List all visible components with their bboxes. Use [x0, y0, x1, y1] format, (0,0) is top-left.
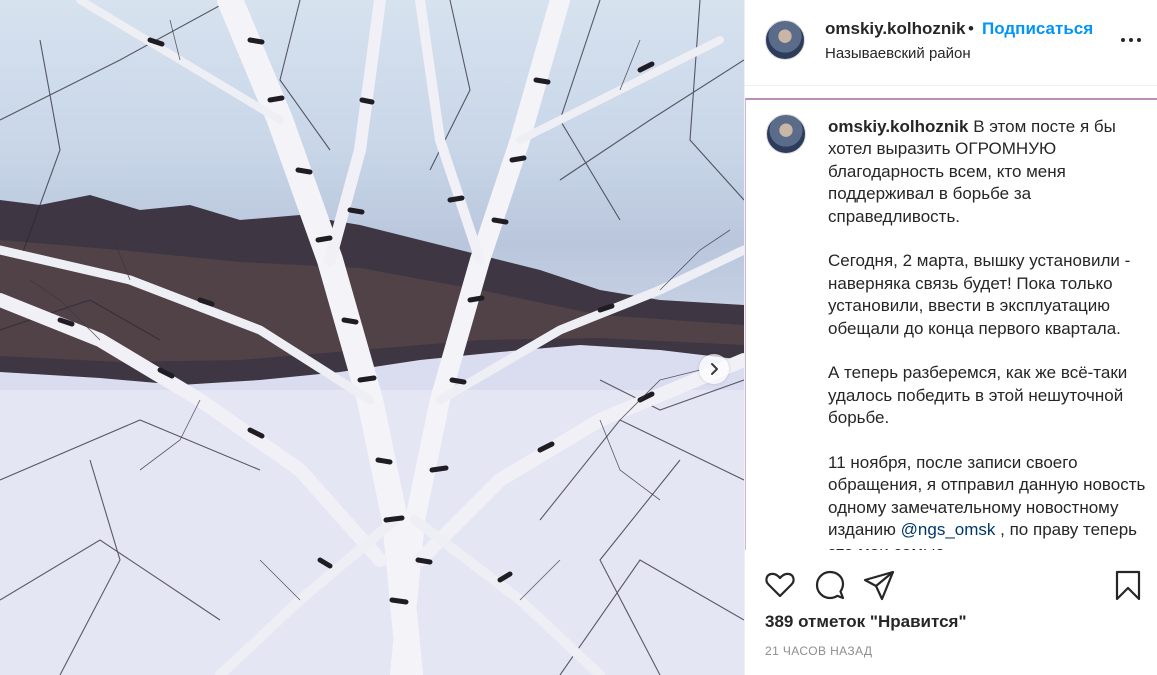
mention-link[interactable]: @ngs_omsk [901, 520, 996, 539]
post-timestamp[interactable]: 21 ЧАСОВ НАЗАД [765, 644, 872, 658]
caption-paragraph-2: Сегодня, 2 марта, вышку установили - нав… [828, 251, 1131, 338]
next-photo-button[interactable] [699, 354, 729, 384]
ellipsis-icon[interactable] [1119, 30, 1143, 50]
bookmark-icon[interactable] [1111, 568, 1145, 602]
paper-plane-icon[interactable] [862, 568, 896, 602]
post-photo[interactable] [0, 0, 744, 675]
post-header: omskiy.kolhoznik • Подписаться Называевс… [745, 0, 1157, 86]
caption-paragraph: omskiy.kolhoznik В этом посте я бы хотел… [828, 116, 1148, 228]
follow-button[interactable]: Подписаться [982, 19, 1093, 39]
caption-avatar[interactable] [766, 114, 806, 154]
username-link[interactable]: omskiy.kolhoznik [825, 19, 967, 39]
chevron-right-icon [711, 363, 718, 375]
separator-dot: • [968, 19, 974, 38]
heart-icon[interactable] [763, 568, 797, 602]
birch-tree-photo [0, 0, 744, 675]
caption-paragraph-3: А теперь разберемся, как же всё-таки уда… [828, 363, 1128, 428]
comment-icon[interactable] [813, 568, 847, 602]
caption-username[interactable]: omskiy.kolhoznik [828, 117, 968, 136]
caption-section[interactable]: omskiy.kolhoznik В этом посте я бы хотел… [745, 98, 1157, 550]
caption-text: omskiy.kolhoznik В этом посте я бы хотел… [828, 116, 1148, 550]
likes-count[interactable]: 389 отметок "Нравится" [765, 612, 967, 632]
location-link[interactable]: Называевский район [825, 45, 971, 62]
action-bar [745, 562, 1157, 610]
caption-paragraph-4: 11 ноября, после записи своего обращения… [828, 452, 1148, 550]
post-sidebar: omskiy.kolhoznik • Подписаться Называевс… [744, 0, 1157, 675]
avatar[interactable] [765, 20, 805, 60]
